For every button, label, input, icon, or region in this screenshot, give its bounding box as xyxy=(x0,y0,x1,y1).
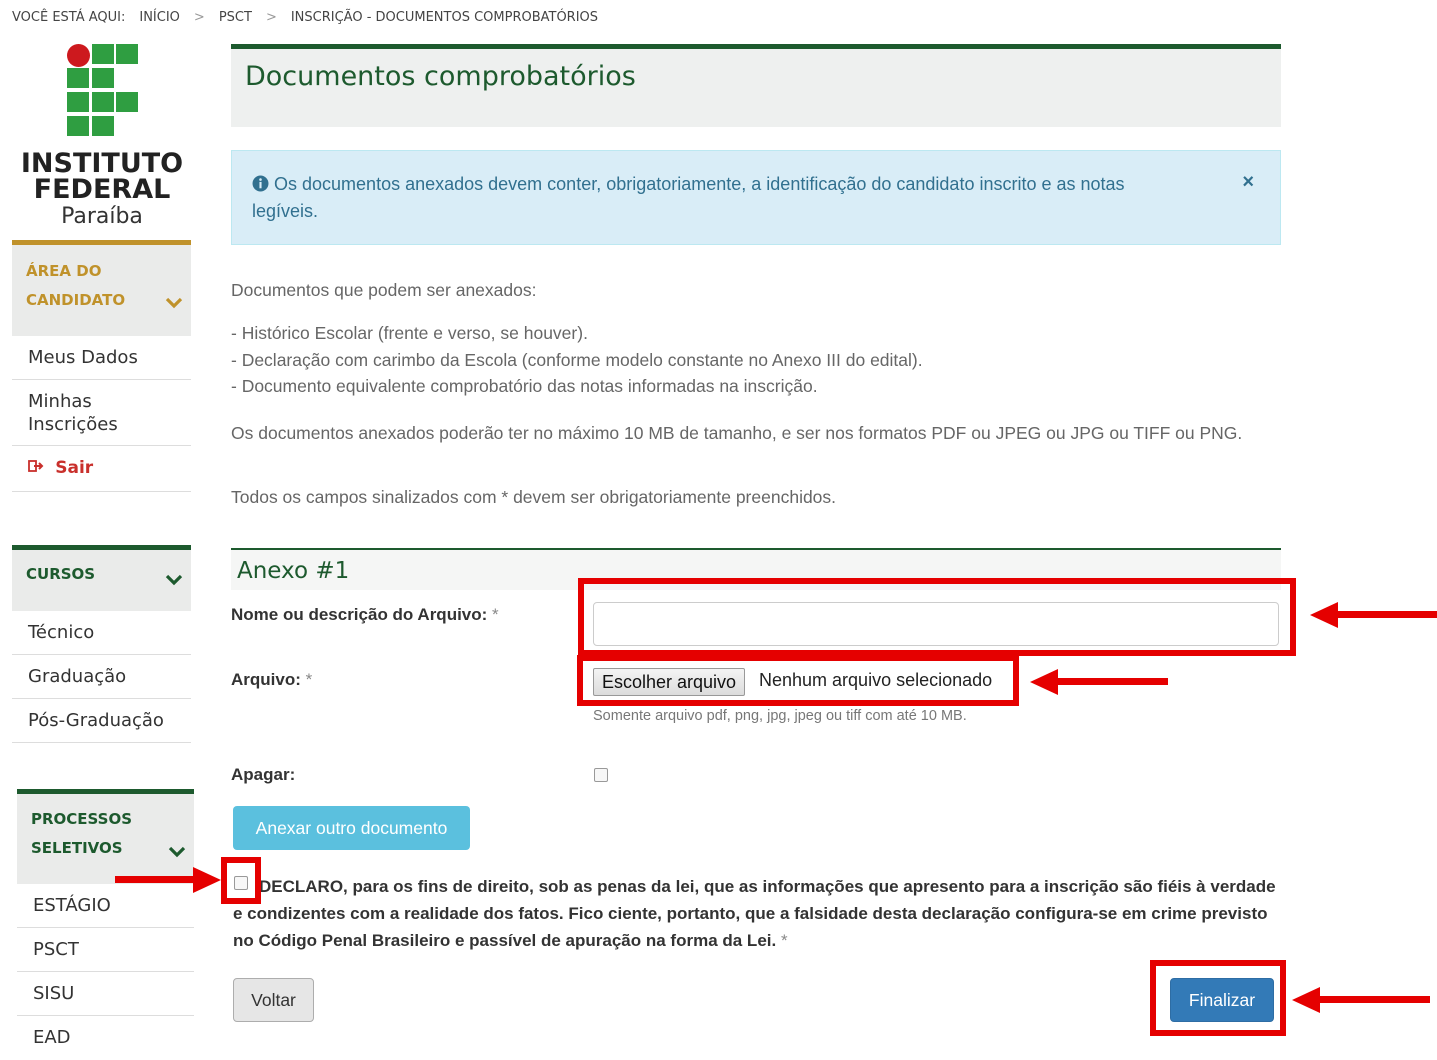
logo-square xyxy=(92,68,114,88)
highlight-box-declaration-checkbox xyxy=(221,857,261,904)
sidebar-courses-title: CURSOS xyxy=(26,565,96,583)
chevron-down-icon xyxy=(165,291,183,320)
sidebar-courses-header[interactable]: CURSOS xyxy=(12,545,191,611)
breadcrumb-separator: > xyxy=(193,10,205,25)
sidebar-item-label: SISU xyxy=(33,983,75,1004)
file-name-label-text: Nome ou descrição do Arquivo: xyxy=(231,605,488,624)
document-list-item: - Declaração com carimbo da Escola (conf… xyxy=(231,350,923,370)
sidebar-candidate-header[interactable]: ÁREA DO CANDIDATO xyxy=(12,240,191,336)
back-button[interactable]: Voltar xyxy=(233,978,314,1022)
required-mark: * xyxy=(780,931,788,950)
sidebar-candidate-title-line1: ÁREA DO xyxy=(26,262,102,280)
document-list-item: - Histórico Escolar (frente e verso, se … xyxy=(231,323,588,343)
sidebar-processes-title-line1: PROCESSOS xyxy=(31,810,133,828)
highlight-box-description-field xyxy=(578,578,1296,656)
arrow-left-icon xyxy=(1310,602,1437,628)
sidebar-item-ead[interactable]: EAD xyxy=(17,1016,194,1056)
breadcrumb-link-home[interactable]: INÍCIO xyxy=(139,10,180,25)
breadcrumb-separator: > xyxy=(265,10,277,25)
sidebar-processes-panel: PROCESSOS SELETIVOS ESTÁGIO PSCT SISU EA… xyxy=(17,789,194,1056)
arrow-left-icon xyxy=(1030,669,1168,695)
highlight-box-file-chooser xyxy=(577,655,1019,706)
sidebar-item-tecnico[interactable]: Técnico xyxy=(12,611,191,655)
sidebar-item-sair[interactable]: Sair xyxy=(12,446,191,492)
declaration-text-body: DECLARO, para os fins de direito, sob as… xyxy=(233,877,1276,950)
sidebar-candidate-panel: ÁREA DO CANDIDATO Meus Dados Minhas Insc… xyxy=(12,240,191,492)
close-icon[interactable]: × xyxy=(1242,169,1254,196)
logo-square xyxy=(116,92,138,112)
ifpb-logo[interactable]: INSTITUTO FEDERAL Paraíba xyxy=(12,40,192,240)
add-document-button[interactable]: Anexar outro documento xyxy=(233,806,470,850)
page-title: Documentos comprobatórios xyxy=(245,61,636,92)
sidebar-item-label: Meus Dados xyxy=(28,347,138,368)
sidebar-item-label: Minhas xyxy=(28,391,92,412)
document-list-item: - Documento equivalente comprobatório da… xyxy=(231,376,818,396)
file-help-text: Somente arquivo pdf, png, jpg, jpeg ou t… xyxy=(593,708,967,724)
breadcrumb-current: INSCRIÇÃO - DOCUMENTOS COMPROBATÓRIOS xyxy=(290,10,599,25)
page-header: Documentos comprobatórios xyxy=(231,44,1281,127)
logo-square xyxy=(92,44,114,64)
delete-checkbox[interactable] xyxy=(594,768,608,782)
sidebar-item-label: Técnico xyxy=(28,622,95,643)
logo-square xyxy=(92,116,114,136)
logo-square xyxy=(67,92,89,112)
alert-text: Os documentos anexados devem conter, obr… xyxy=(252,174,1125,221)
documents-intro: Documentos que podem ser anexados: xyxy=(231,280,537,300)
file-label: Arquivo: * xyxy=(231,670,312,690)
sign-out-icon xyxy=(28,459,49,477)
sidebar-item-sisu[interactable]: SISU xyxy=(17,972,194,1016)
required-mark: * xyxy=(492,605,499,624)
logo-square xyxy=(92,92,114,112)
arrow-right-icon xyxy=(115,867,221,893)
chevron-down-icon xyxy=(165,568,183,597)
sidebar-courses-panel: CURSOS Técnico Graduação Pós-Graduação xyxy=(12,545,191,743)
sidebar-item-label: Inscrições xyxy=(28,414,118,435)
sidebar-item-graduacao[interactable]: Graduação xyxy=(12,655,191,699)
file-name-label: Nome ou descrição do Arquivo: * xyxy=(231,605,499,625)
sidebar-item-label: Pós-Graduação xyxy=(28,710,164,731)
delete-label: Apagar: xyxy=(231,765,296,784)
sidebar-item-pos-graduacao[interactable]: Pós-Graduação xyxy=(12,699,191,743)
info-circle-icon xyxy=(252,174,274,194)
logo-text-paraiba: Paraíba xyxy=(61,204,143,229)
file-limits-text: Os documentos anexados poderão ter no má… xyxy=(231,423,1243,443)
sidebar-item-label: PSCT xyxy=(33,939,79,960)
logo-text-federal: FEDERAL xyxy=(33,174,171,205)
logo-square xyxy=(67,68,89,88)
sidebar-item-label: Graduação xyxy=(28,666,127,687)
file-label-text: Arquivo: xyxy=(231,670,301,689)
sidebar-item-minhas-inscricoes[interactable]: Minhas Inscrições xyxy=(12,380,191,446)
sidebar-item-label: Sair xyxy=(55,458,94,478)
sidebar-item-meus-dados[interactable]: Meus Dados xyxy=(12,336,191,380)
breadcrumb: VOCÊ ESTÁ AQUI: INÍCIO > PSCT > INSCRIÇÃO - D… xyxy=(12,10,612,25)
logo-red-dot xyxy=(67,44,90,67)
logo-square xyxy=(116,44,138,64)
info-alert: Os documentos anexados devem conter, obr… xyxy=(231,150,1281,245)
highlight-box-finish-button xyxy=(1150,960,1286,1036)
sidebar-item-psct[interactable]: PSCT xyxy=(17,928,194,972)
logo-square xyxy=(67,116,89,136)
sidebar-item-label: ESTÁGIO xyxy=(33,895,111,916)
declaration-text: DECLARO, para os fins de direito, sob as… xyxy=(233,873,1283,954)
attachment-section-title: Anexo #1 xyxy=(237,558,350,584)
required-mark: * xyxy=(305,670,313,689)
breadcrumb-link-psct[interactable]: PSCT xyxy=(219,10,252,25)
required-fields-note: Todos os campos sinalizados com * devem … xyxy=(231,487,837,507)
breadcrumb-prefix: VOCÊ ESTÁ AQUI: xyxy=(12,10,126,25)
arrow-left-icon xyxy=(1292,987,1430,1013)
